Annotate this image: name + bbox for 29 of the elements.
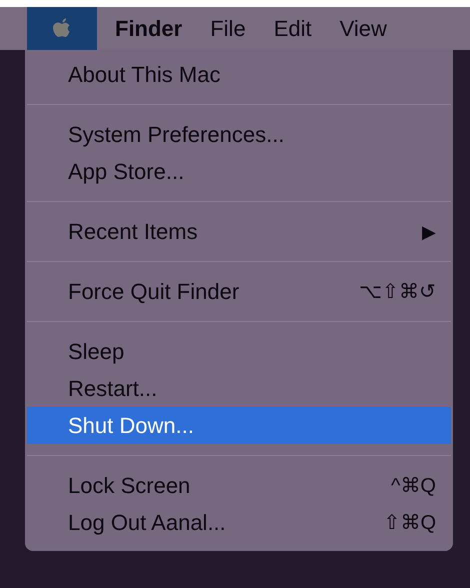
- menu-bar-item[interactable]: File: [196, 16, 260, 42]
- app-menu[interactable]: Finder: [97, 16, 196, 42]
- menu-bar-item[interactable]: Edit: [260, 16, 326, 42]
- menu-item-label: System Preferences...: [68, 122, 286, 148]
- shortcut: ⇧⌘Q: [383, 511, 436, 535]
- menu-item-label: Log Out Aanal...: [68, 510, 227, 536]
- shortcut: ^⌘Q: [391, 474, 436, 498]
- menu-item[interactable]: Force Quit Finder ⌥⇧⌘↺: [27, 273, 451, 310]
- submenu-arrow-icon: ▶: [422, 220, 436, 242]
- menu-item-label: Restart...: [68, 376, 158, 402]
- menu-bar-item[interactable]: View: [326, 16, 401, 42]
- menu-item[interactable]: About This Mac: [27, 56, 451, 93]
- menu-item[interactable]: System Preferences...: [27, 116, 451, 153]
- menu-item-label: App Store...: [68, 158, 186, 184]
- menu-item-label: Shut Down...: [68, 412, 195, 438]
- menu-item[interactable]: Recent Items ▶: [27, 213, 451, 250]
- menu-item[interactable]: App Store...: [27, 153, 451, 190]
- menu-item[interactable]: Sleep: [27, 333, 451, 370]
- menu-item-label: Force Quit Finder: [68, 278, 240, 304]
- menu-item[interactable]: Shut Down...: [27, 407, 451, 444]
- shortcut: ⌥⇧⌘↺: [359, 280, 436, 304]
- apple-menu[interactable]: [27, 7, 97, 50]
- menu-item[interactable]: Restart...: [27, 370, 451, 407]
- menu-item-label: Lock Screen: [68, 472, 192, 498]
- menu-item[interactable]: Lock Screen ^⌘Q: [27, 467, 451, 504]
- menu-item-label: Recent Items: [68, 218, 199, 244]
- menu-item-label: Sleep: [68, 338, 126, 364]
- menu-item[interactable]: Log Out Aanal... ⇧⌘Q: [27, 504, 451, 541]
- menu-item-label: About This Mac: [68, 62, 222, 88]
